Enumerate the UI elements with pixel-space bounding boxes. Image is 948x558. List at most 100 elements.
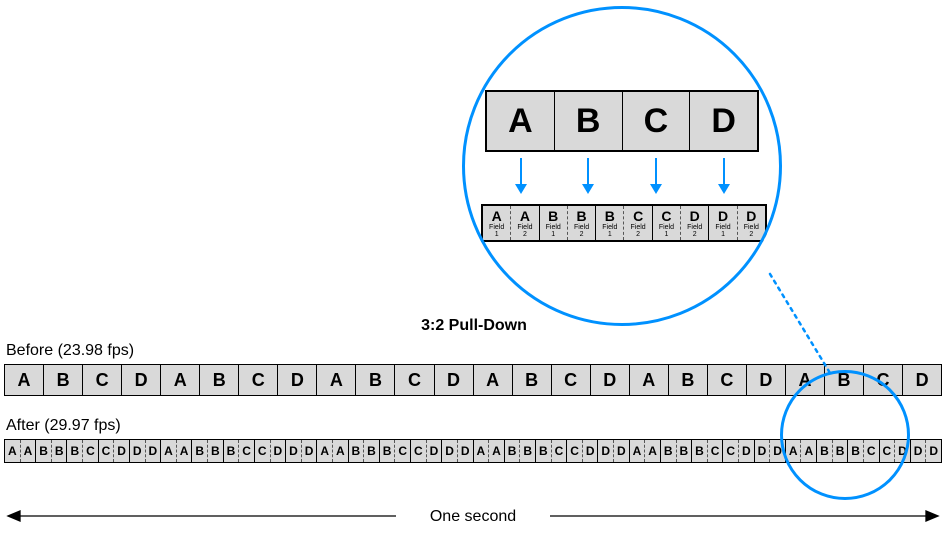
after-field: C <box>411 440 427 462</box>
after-field: D <box>442 440 458 462</box>
after-field: D <box>770 440 785 462</box>
arrow-down-icon <box>655 158 657 192</box>
after-field: A <box>161 440 177 462</box>
after-field: B <box>380 440 396 462</box>
after-field: C <box>723 440 739 462</box>
after-field: B <box>520 440 535 462</box>
mag-dest-row: AField1AField2BField1BField2BField1CFiel… <box>481 204 767 242</box>
mag-dest-field: DField1 <box>709 206 737 240</box>
magnifier-content: ABCD AField1AField2BField1BField2BField1… <box>462 6 782 326</box>
arrow-down-icon <box>520 158 522 192</box>
after-field: C <box>239 440 254 462</box>
before-cell: C <box>708 365 747 395</box>
before-cell: D <box>747 365 786 395</box>
after-field: D <box>114 440 129 462</box>
after-field: C <box>255 440 271 462</box>
mag-source-frame: B <box>555 92 623 150</box>
after-field: A <box>5 440 21 462</box>
after-field: D <box>286 440 302 462</box>
after-frame-group: AA <box>161 440 192 462</box>
after-field: D <box>614 440 629 462</box>
after-field: B <box>661 440 677 462</box>
before-cell: C <box>239 365 278 395</box>
after-frame-group: BC <box>692 440 723 462</box>
after-field: C <box>864 440 879 462</box>
before-cell: D <box>122 365 161 395</box>
after-field: B <box>692 440 708 462</box>
mag-dest-field: AField2 <box>511 206 538 240</box>
after-field: D <box>427 440 442 462</box>
after-frame-group: AA <box>5 440 36 462</box>
after-field: A <box>317 440 333 462</box>
after-field: C <box>567 440 583 462</box>
mag-dest-group: DField1DField2 <box>709 206 765 240</box>
after-field: C <box>880 440 896 462</box>
after-field: D <box>458 440 473 462</box>
mag-dest-field: BField2 <box>568 206 595 240</box>
mag-source-row: ABCD <box>485 90 759 152</box>
after-frame-group: AA <box>786 440 817 462</box>
after-field: D <box>739 440 754 462</box>
before-cell: C <box>864 365 903 395</box>
after-field: A <box>177 440 192 462</box>
mag-dest-field: BField1 <box>540 206 568 240</box>
before-cell: B <box>825 365 864 395</box>
after-field: D <box>598 440 614 462</box>
after-frame-group: DD <box>755 440 786 462</box>
after-field: D <box>895 440 910 462</box>
diagram-title: 3:2 Pull-Down <box>0 317 948 335</box>
after-field: D <box>271 440 286 462</box>
before-cell: B <box>513 365 552 395</box>
after-frame-group: BC <box>380 440 411 462</box>
after-frame-group: AA <box>474 440 505 462</box>
after-field: B <box>536 440 552 462</box>
after-field: B <box>848 440 864 462</box>
before-cell: C <box>83 365 122 395</box>
after-field: B <box>224 440 240 462</box>
before-label: Before (23.98 fps) <box>6 342 134 360</box>
before-cell: A <box>161 365 200 395</box>
after-field: D <box>302 440 317 462</box>
pulldown-diagram: 3:2 Pull-Down Before (23.98 fps) After (… <box>0 0 948 558</box>
after-field: A <box>630 440 646 462</box>
mag-source-frame: C <box>623 92 691 150</box>
mag-dest-group: BField1BField2 <box>540 206 597 240</box>
mag-dest-group: BField1CField2 <box>596 206 653 240</box>
before-cell: C <box>552 365 591 395</box>
arrow-down-icon <box>723 158 725 192</box>
after-label: After (29.97 fps) <box>6 417 121 435</box>
after-field: A <box>786 440 802 462</box>
mag-dest-group: CField1DField2 <box>653 206 710 240</box>
before-cell: B <box>356 365 395 395</box>
after-field: D <box>911 440 927 462</box>
after-frame-group: DD <box>286 440 317 462</box>
before-cell: A <box>786 365 825 395</box>
before-cell: C <box>395 365 434 395</box>
after-field: C <box>99 440 115 462</box>
after-frame-group: BC <box>848 440 879 462</box>
after-frame-group: BB <box>36 440 67 462</box>
after-field: B <box>67 440 83 462</box>
after-field: D <box>146 440 161 462</box>
after-field: B <box>817 440 833 462</box>
after-field: D <box>755 440 771 462</box>
after-frame-group: AA <box>630 440 661 462</box>
after-field: B <box>52 440 67 462</box>
mag-dest-field: DField2 <box>738 206 765 240</box>
after-frame-group: CD <box>723 440 754 462</box>
after-field: B <box>349 440 365 462</box>
after-field: A <box>489 440 504 462</box>
mag-dest-group: AField1AField2 <box>483 206 540 240</box>
after-frame-group: BB <box>505 440 536 462</box>
before-cell: A <box>317 365 356 395</box>
before-cell: A <box>5 365 44 395</box>
after-field: B <box>192 440 208 462</box>
after-field: D <box>583 440 598 462</box>
before-cell: B <box>44 365 83 395</box>
after-frame-group: BC <box>67 440 98 462</box>
after-frame-group: CD <box>99 440 130 462</box>
before-cell: D <box>435 365 474 395</box>
after-frame-group: DD <box>598 440 629 462</box>
before-cell: B <box>200 365 239 395</box>
after-frame-group: AA <box>317 440 348 462</box>
